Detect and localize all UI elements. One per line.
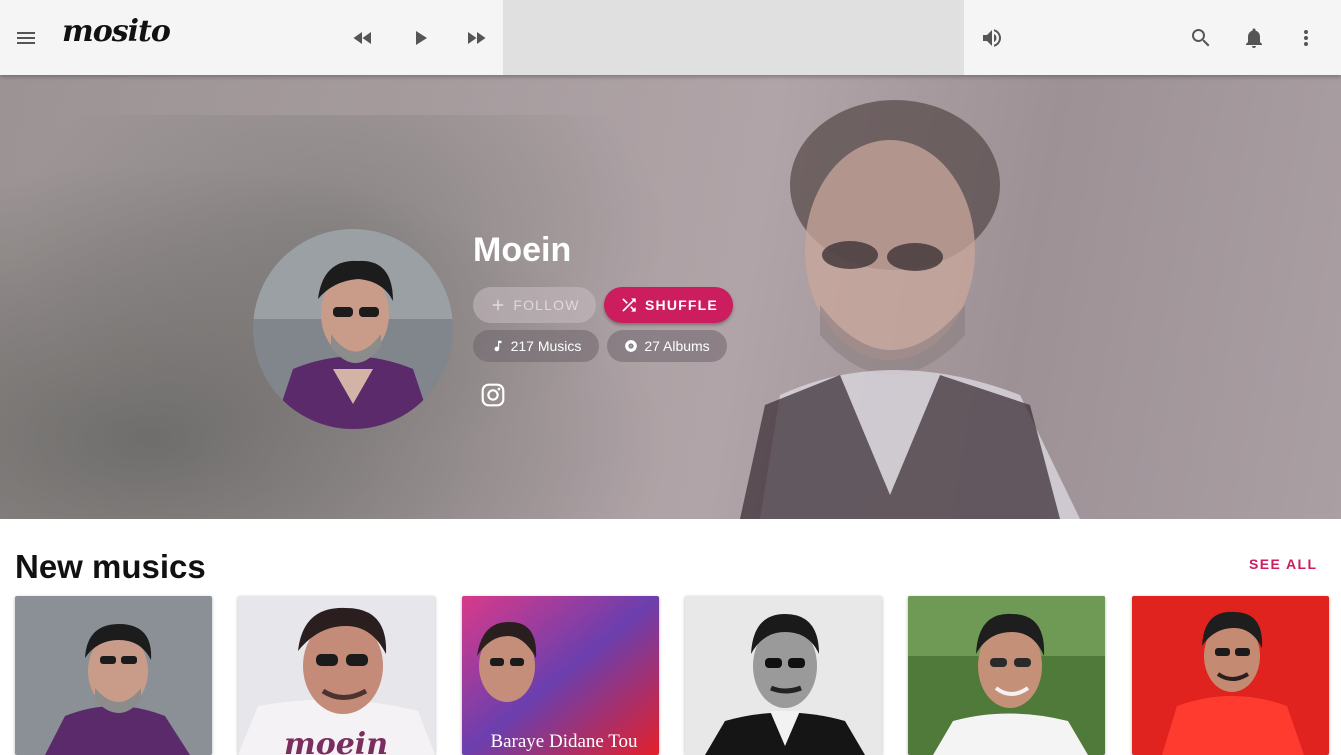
- artist-hero-banner: Moein FOLLOW SHUFFLE 217 Musics 27 Album…: [0, 75, 1341, 519]
- menu-icon[interactable]: [6, 18, 46, 58]
- music-card[interactable]: [908, 596, 1105, 755]
- musics-count-chip[interactable]: 217 Musics: [473, 330, 599, 362]
- fast-forward-icon[interactable]: [456, 18, 496, 58]
- card-caption: Baraye Didane Tou: [490, 731, 638, 752]
- music-note-icon: [494, 340, 502, 352]
- player-progress-area[interactable]: [503, 0, 964, 75]
- music-card[interactable]: [685, 596, 882, 755]
- albums-count: 27 Albums: [644, 338, 710, 354]
- rewind-icon[interactable]: [343, 18, 383, 58]
- see-all-link[interactable]: SEE ALL: [1249, 556, 1317, 572]
- more-vert-icon[interactable]: [1286, 18, 1326, 58]
- musics-count: 217 Musics: [510, 338, 582, 354]
- plus-icon: [493, 299, 504, 311]
- follow-button[interactable]: FOLLOW: [473, 287, 596, 323]
- app-logo[interactable]: mosito: [62, 14, 171, 49]
- bell-icon[interactable]: [1234, 18, 1274, 58]
- artist-avatar: [253, 229, 453, 429]
- artist-name: Moein: [473, 231, 572, 269]
- album-icon: [625, 340, 638, 352]
- shuffle-button[interactable]: SHUFFLE: [604, 287, 733, 323]
- music-card[interactable]: [1132, 596, 1329, 755]
- music-card[interactable]: moein: [238, 596, 435, 755]
- play-icon[interactable]: [400, 18, 440, 58]
- follow-label: FOLLOW: [513, 297, 580, 313]
- shuffle-label: SHUFFLE: [645, 297, 718, 313]
- section-title: New musics: [15, 548, 206, 585]
- albums-count-chip[interactable]: 27 Albums: [607, 330, 727, 362]
- music-card[interactable]: Baraye Didane Tou: [462, 596, 659, 755]
- hero-artist-photo: [740, 100, 1080, 519]
- music-card[interactable]: [15, 596, 212, 755]
- instagram-icon[interactable]: [480, 382, 506, 408]
- search-icon[interactable]: [1181, 18, 1221, 58]
- volume-icon[interactable]: [972, 18, 1012, 58]
- card-caption: moein: [284, 727, 388, 755]
- top-app-bar: mosito: [0, 0, 1341, 75]
- shuffle-icon: [622, 298, 636, 312]
